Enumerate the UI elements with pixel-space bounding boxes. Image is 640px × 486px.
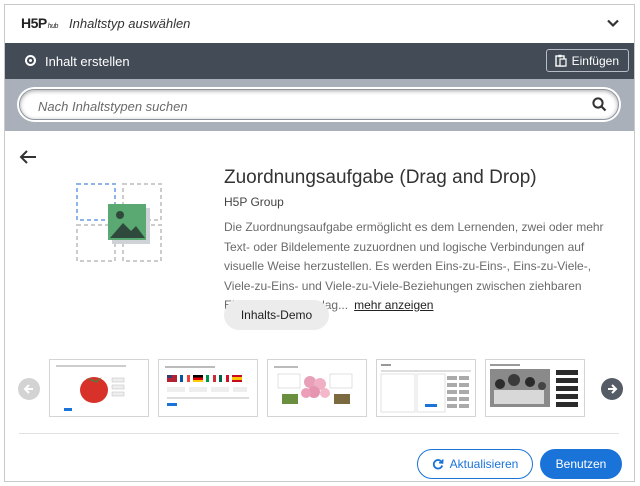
hub-title: Inhaltstyp auswählen [69, 16, 191, 31]
h5p-hub-logo: H5Phub [21, 15, 58, 31]
clipboard-icon [554, 54, 567, 67]
screenshot-thumbnail[interactable] [158, 359, 258, 417]
screenshot-flags-image [165, 366, 249, 406]
refresh-icon [432, 459, 444, 470]
screenshot-photo-image [490, 364, 578, 407]
screenshot-thumbnail[interactable] [267, 359, 367, 417]
chevron-down-icon[interactable] [606, 16, 620, 30]
tab-bar: Inhalt erstellen Einfügen [5, 43, 634, 79]
radio-selected-icon[interactable] [25, 55, 36, 66]
use-button[interactable]: Benutzen [540, 449, 622, 479]
screenshot-table-image [380, 364, 471, 413]
h5p-hub-panel: H5Phub Inhaltstyp auswählen Inhalt erste… [4, 4, 635, 482]
search-bar [5, 79, 634, 131]
search-box [19, 89, 619, 120]
paste-button[interactable]: Einfügen [545, 49, 629, 72]
content-type-image-icon [76, 183, 162, 262]
paste-label: Einfügen [571, 53, 619, 68]
update-label: Aktualisieren [449, 457, 519, 471]
carousel-prev-button[interactable] [18, 378, 40, 400]
screenshot-thumbnail[interactable] [49, 359, 149, 417]
chevron-left-icon [23, 384, 33, 394]
chevron-right-icon [608, 384, 618, 394]
tab-create-content[interactable]: Inhalt erstellen [45, 54, 130, 69]
back-arrow-icon[interactable] [19, 149, 37, 165]
screenshot-flowers-image [274, 366, 353, 404]
demo-button[interactable]: Inhalts-Demo [224, 300, 329, 330]
content-type-owner: H5P Group [224, 195, 284, 209]
carousel-next-button[interactable] [601, 378, 623, 400]
hub-header[interactable]: H5Phub Inhaltstyp auswählen [5, 5, 634, 44]
screenshot-strawberry-image [56, 365, 126, 411]
read-more-link[interactable]: mehr anzeigen [354, 298, 433, 312]
search-icon[interactable] [592, 97, 607, 112]
update-button[interactable]: Aktualisieren [417, 449, 533, 479]
content-type-title: Zuordnungsaufgabe (Drag and Drop) [224, 167, 537, 188]
screenshot-thumbnail[interactable] [376, 359, 476, 417]
screenshot-thumbnail[interactable] [485, 359, 585, 417]
search-input[interactable] [36, 95, 580, 117]
footer-divider [19, 433, 619, 434]
